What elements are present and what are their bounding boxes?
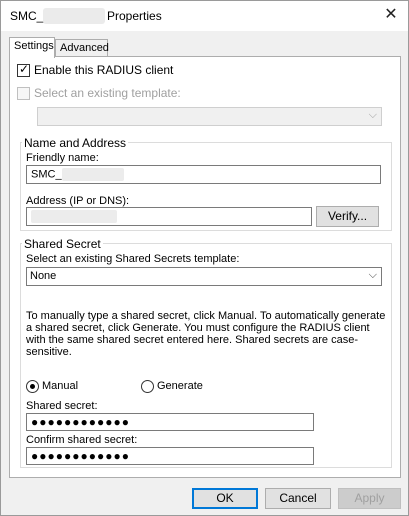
verify-button[interactable]: Verify... bbox=[316, 206, 379, 227]
window-title-prefix: SMC_ bbox=[10, 9, 44, 23]
address-label: Address (IP or DNS): bbox=[26, 195, 130, 207]
shared-secret-info-text: To manually type a shared secret, click … bbox=[26, 310, 386, 358]
tab-advanced[interactable]: Advanced bbox=[55, 39, 109, 57]
generate-radio[interactable] bbox=[141, 380, 154, 393]
shared-secret-group-label: Shared Secret bbox=[22, 237, 103, 251]
redacted-name-block bbox=[61, 168, 124, 181]
close-icon[interactable]: ✕ bbox=[380, 5, 402, 25]
friendly-name-input[interactable]: SMC_ bbox=[26, 165, 381, 184]
manual-label: Manual bbox=[42, 380, 79, 392]
chevron-down-icon: ⌵ bbox=[368, 109, 377, 121]
shared-secrets-template-select[interactable]: None ⌵ bbox=[26, 267, 382, 286]
friendly-name-value: SMC_ bbox=[31, 168, 62, 181]
window-title-suffix: Properties bbox=[107, 9, 162, 23]
name-address-group-label: Name and Address bbox=[22, 136, 129, 150]
generate-label: Generate bbox=[157, 380, 203, 392]
confirm-shared-secret-label: Confirm shared secret: bbox=[26, 434, 138, 446]
redacted-title-block bbox=[43, 8, 105, 24]
settings-panel: ✓ Enable this RADIUS client Select an ex… bbox=[9, 56, 401, 478]
existing-template-checkbox[interactable] bbox=[17, 87, 30, 100]
confirm-shared-secret-input[interactable]: ●●●●●●●●●●●● bbox=[26, 447, 314, 465]
apply-button[interactable]: Apply bbox=[338, 488, 401, 509]
shared-secret-input[interactable]: ●●●●●●●●●●●● bbox=[26, 413, 314, 431]
existing-template-label: Select an existing template: bbox=[34, 86, 181, 100]
properties-dialog: SMC_ Properties ✕ Settings Advanced ✓ En… bbox=[0, 0, 409, 516]
address-input[interactable] bbox=[26, 207, 312, 226]
shared-secrets-template-label: Select an existing Shared Secrets templa… bbox=[26, 253, 240, 265]
chevron-down-icon: ⌵ bbox=[368, 269, 377, 281]
shared-secret-label: Shared secret: bbox=[26, 400, 98, 412]
enable-radius-label: Enable this RADIUS client bbox=[34, 63, 174, 77]
check-icon: ✓ bbox=[19, 62, 30, 76]
redacted-address-block bbox=[31, 210, 117, 223]
title-bar: SMC_ Properties ✕ bbox=[1, 1, 408, 31]
tab-settings[interactable]: Settings bbox=[9, 37, 55, 58]
radio-selected-dot bbox=[30, 384, 35, 389]
existing-template-select[interactable]: ⌵ bbox=[37, 107, 382, 126]
enable-radius-checkbox[interactable]: ✓ bbox=[17, 62, 30, 77]
manual-radio[interactable] bbox=[26, 380, 39, 393]
friendly-name-label: Friendly name: bbox=[26, 152, 99, 164]
ok-button[interactable]: OK bbox=[192, 488, 258, 509]
cancel-button[interactable]: Cancel bbox=[265, 488, 331, 509]
shared-secrets-template-value: None bbox=[30, 270, 57, 282]
